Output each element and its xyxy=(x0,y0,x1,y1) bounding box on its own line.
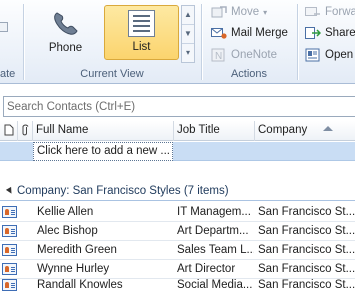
group-separator xyxy=(201,4,202,80)
contact-card-icon xyxy=(2,244,17,256)
mail-merge-button[interactable]: Mail Merge xyxy=(211,26,288,40)
onenote-button[interactable]: N OneNote xyxy=(211,48,277,62)
gallery-more-icon[interactable]: ▾ xyxy=(182,44,194,63)
phone-view-button[interactable]: Phone xyxy=(28,5,103,60)
row-company: San Francisco St... xyxy=(258,225,355,237)
share-icon xyxy=(305,26,322,40)
forward-label: Forwa xyxy=(325,6,355,18)
phone-view-label: Phone xyxy=(48,42,83,54)
move-label: Move xyxy=(231,6,260,18)
search-input[interactable] xyxy=(4,97,355,116)
mail-merge-icon xyxy=(211,26,227,40)
group-header[interactable]: Company: San Francisco Styles (7 items) xyxy=(0,182,355,201)
ribbon: ate Phone List ▲ ▼ ▾ Current View Move ▾… xyxy=(0,0,355,84)
group-separator xyxy=(23,4,24,80)
row-full-name: Kellie Allen xyxy=(37,206,94,218)
group-title: Company: San Francisco Styles (7 items) xyxy=(17,185,229,197)
share-label: Share xyxy=(325,27,355,39)
gallery-up-icon[interactable]: ▲ xyxy=(182,6,194,25)
contact-card-icon xyxy=(2,225,17,237)
phone-icon xyxy=(54,12,78,35)
view-gallery-scroll[interactable]: ▲ ▼ ▾ xyxy=(181,5,195,63)
row-full-name: Randall Knowles xyxy=(37,279,123,291)
share-button[interactable]: Share xyxy=(305,26,355,40)
row-full-name: Alec Bishop xyxy=(37,225,98,237)
svg-text:N: N xyxy=(215,51,222,62)
row-job-title: Art Departm... xyxy=(177,225,249,237)
list-icon xyxy=(128,10,155,37)
contact-card-icon xyxy=(2,279,17,291)
row-job-title: IT Managem... xyxy=(177,206,251,218)
partial-ribbon-icon[interactable] xyxy=(0,22,8,32)
table-row[interactable]: Kellie Allen IT Managem... San Francisco… xyxy=(0,203,355,222)
table-row[interactable]: Randall Knowles Social Media... San Fran… xyxy=(0,276,355,294)
contact-card-icon xyxy=(2,206,17,218)
move-dropdown-icon: ▾ xyxy=(263,7,268,17)
open-button[interactable]: Open xyxy=(305,48,353,62)
grid-header: Full Name Job Title Company xyxy=(0,121,355,141)
job-title-column-header[interactable]: Job Title xyxy=(174,121,255,141)
row-company: San Francisco St... xyxy=(258,244,355,256)
company-column-header[interactable]: Company xyxy=(255,121,355,141)
list-view-label: List xyxy=(132,41,151,53)
icon-column-header[interactable] xyxy=(0,121,18,141)
full-name-column-header[interactable]: Full Name xyxy=(33,121,174,141)
partial-group-label: ate xyxy=(0,68,16,80)
actions-group-label: Actions xyxy=(230,68,268,80)
move-button[interactable]: Move ▾ xyxy=(211,5,267,19)
onenote-label: OneNote xyxy=(231,49,278,61)
item-type-icon xyxy=(4,124,14,136)
group-separator xyxy=(297,4,298,80)
current-view-group-label: Current View xyxy=(80,68,144,80)
list-view-button[interactable]: List xyxy=(104,5,179,60)
onenote-icon: N xyxy=(211,48,227,62)
row-company: San Francisco St... xyxy=(258,206,355,218)
sort-ascending-icon xyxy=(323,126,333,131)
open-icon xyxy=(305,48,321,62)
attachment-column-header[interactable] xyxy=(18,121,33,141)
forward-icon xyxy=(305,5,321,19)
forward-button[interactable]: Forwa xyxy=(305,5,355,19)
table-row[interactable]: Meredith Green Sales Team L... San Franc… xyxy=(0,241,355,260)
gallery-down-icon[interactable]: ▼ xyxy=(182,25,194,44)
row-job-title: Sales Team L... xyxy=(177,244,254,256)
row-full-name: Meredith Green xyxy=(37,244,117,256)
paperclip-icon xyxy=(22,124,29,136)
table-row[interactable]: Alec Bishop Art Departm... San Francisco… xyxy=(0,222,355,241)
collapse-group-icon[interactable] xyxy=(5,186,15,196)
add-new-prompt[interactable]: Click here to add a new ... xyxy=(33,142,173,161)
row-company: San Francisco St... xyxy=(258,279,355,291)
contact-card-icon xyxy=(2,263,17,275)
row-job-title: Social Media... xyxy=(177,279,253,291)
search-box[interactable] xyxy=(3,96,355,117)
move-icon xyxy=(211,5,227,19)
open-label: Open xyxy=(325,49,354,61)
add-new-row[interactable]: Click here to add a new ... xyxy=(0,142,355,161)
mail-merge-label: Mail Merge xyxy=(231,27,288,39)
